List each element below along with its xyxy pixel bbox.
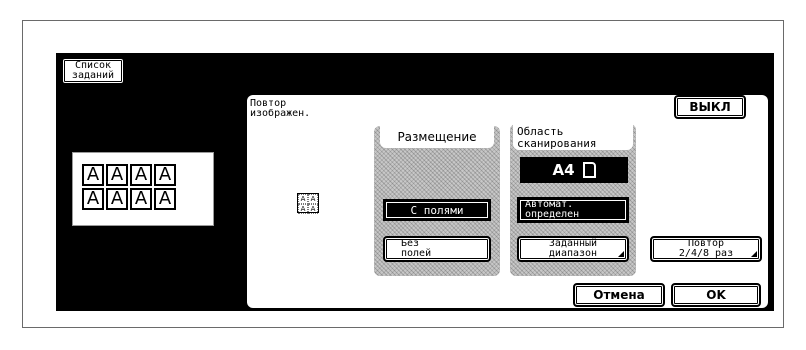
- layout-title: Размещение: [397, 130, 477, 144]
- repeat-image-icon: A A A A: [297, 193, 319, 214]
- preview-letter: A: [130, 188, 152, 210]
- with-margins-button[interactable]: С полями: [383, 199, 491, 221]
- icon-letter: A: [298, 204, 308, 214]
- job-list-text-2: заданий: [71, 70, 115, 81]
- portrait-orientation-icon: [582, 162, 596, 178]
- memory-value: 100%: [645, 72, 674, 86]
- preview-grid: A A A A A A A A: [82, 164, 176, 210]
- layout-title-box: Размещение: [380, 126, 494, 148]
- paper-size-display: A4: [520, 157, 628, 183]
- without-margins-button[interactable]: Без полей: [383, 236, 491, 262]
- time-display: 11:28: [150, 71, 181, 82]
- repeat-count-button[interactable]: Повтор 2/4/8 раз: [650, 236, 762, 262]
- cancel-button[interactable]: Отмена: [573, 283, 665, 307]
- custom-range-label-2: диапазон: [548, 248, 598, 259]
- auto-detect-button[interactable]: Автомат. определен: [517, 197, 629, 223]
- icon-letter: A: [298, 194, 308, 204]
- submenu-arrow-icon: [618, 251, 624, 257]
- scan-area-title-line2: сканирования: [517, 137, 597, 150]
- copy-count: 1: [752, 52, 768, 80]
- settings-area: [247, 95, 768, 308]
- job-list-button-face[interactable]: Список заданий: [61, 57, 125, 85]
- preview-letter: A: [82, 164, 104, 186]
- custom-range-button[interactable]: Заданный диапазон: [517, 236, 629, 262]
- preview-letter: A: [106, 188, 128, 210]
- cancel-button-label: Отмена: [593, 288, 645, 302]
- ok-button-label: OK: [706, 288, 726, 302]
- off-button[interactable]: ВЫКЛ: [674, 95, 746, 119]
- preview-letter: A: [154, 164, 176, 186]
- with-margins-label: С полями: [410, 203, 464, 217]
- ok-button[interactable]: OK: [671, 283, 761, 307]
- status-message-line2: помещаются на одну копию.: [256, 72, 437, 86]
- preview-letter: A: [154, 188, 176, 210]
- submenu-arrow-icon: [751, 251, 757, 257]
- memory-label: Память: [588, 72, 632, 86]
- icon-letter: A: [308, 194, 318, 204]
- status-message-line1: Несколько изображений оригинала: [256, 56, 480, 70]
- preview-letter: A: [106, 164, 128, 186]
- date-display: 30/10/06: [132, 58, 181, 69]
- without-margins-label-2: полей: [401, 248, 432, 259]
- repeat-count-label-2: 2/4/8 раз: [678, 248, 734, 259]
- auto-detect-label-2: определен: [525, 209, 580, 220]
- paper-size-value: A4: [552, 161, 575, 179]
- function-title-line2: изображен.: [250, 108, 311, 119]
- icon-letter: A: [308, 204, 318, 214]
- off-button-label: ВЫКЛ: [689, 100, 731, 114]
- preview-letter: A: [82, 188, 104, 210]
- preview-letter: A: [130, 164, 152, 186]
